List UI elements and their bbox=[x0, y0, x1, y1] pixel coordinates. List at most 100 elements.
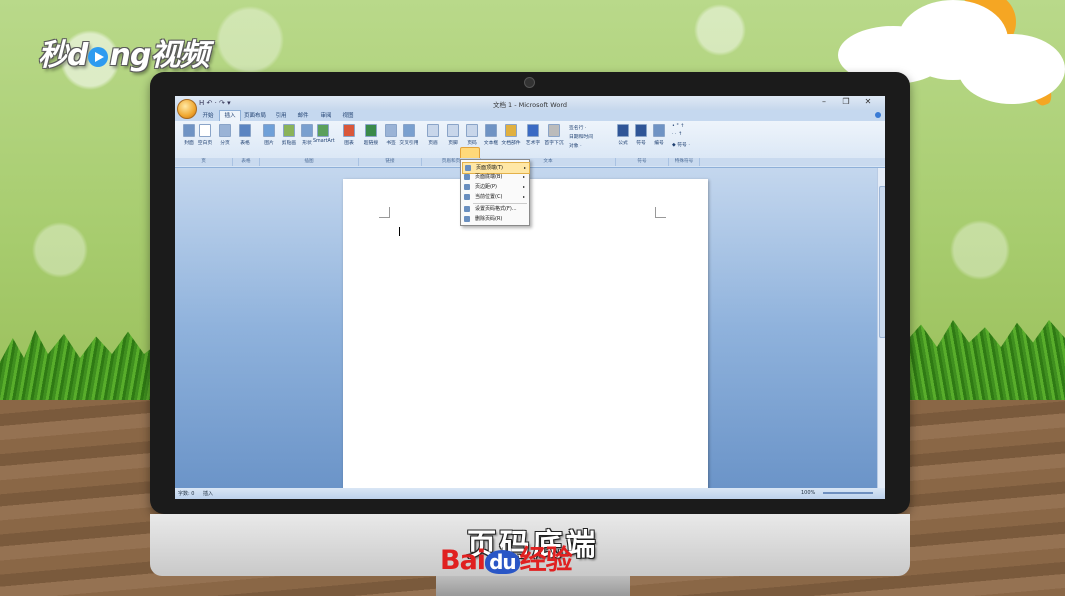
page-number-icon bbox=[464, 194, 470, 200]
ribbon-button-icon bbox=[183, 124, 195, 137]
group-tables: 表格 bbox=[233, 158, 260, 166]
ribbon-button-icon bbox=[283, 124, 295, 137]
ribbon-button-label: 编号 bbox=[654, 141, 664, 146]
menu-item-label: 设置页码格式(F)... bbox=[475, 206, 517, 212]
baidu-watermark: Bai du 经验 bbox=[440, 545, 573, 576]
page-number-icon bbox=[464, 184, 470, 190]
ribbon-button-1[interactable]: 空白页 bbox=[195, 124, 215, 146]
special-symbols-more[interactable]: ◆ 符号 · bbox=[672, 141, 690, 148]
menu-item-label: 页边距(P) bbox=[475, 184, 497, 190]
ribbon-button-icon bbox=[219, 124, 231, 137]
ribbon-button-icon bbox=[505, 124, 517, 137]
ribbon-button-icon bbox=[317, 124, 329, 137]
menu-item[interactable]: 页面底端(B) ▸ bbox=[462, 172, 528, 182]
tab-page-layout[interactable]: 页面布局 bbox=[241, 111, 269, 121]
ribbon-button-9[interactable]: 超链接 bbox=[361, 124, 381, 146]
monitor-stand bbox=[436, 576, 630, 596]
ribbon-button-icon bbox=[403, 124, 415, 137]
ribbon-button-18[interactable]: 首字下沉 bbox=[544, 124, 564, 146]
ribbon-button-15[interactable]: 文本框 bbox=[481, 124, 501, 146]
page-number-dropdown: 页面顶端(T) ▸ 页面底端(B) ▸ 页边距(P) ▸ 当前位置(C) ▸ 设置页码格式(F)… bbox=[460, 159, 530, 226]
help-icon[interactable] bbox=[875, 112, 881, 118]
ribbon-button-5[interactable]: 剪贴画 bbox=[279, 124, 299, 146]
ribbon-button-label: 页码 bbox=[467, 141, 477, 146]
menu-item-label: 页面底端(B) bbox=[475, 174, 503, 180]
zoom-slider[interactable] bbox=[823, 492, 873, 494]
signature-line-button[interactable]: 签名行 · bbox=[569, 124, 586, 131]
ribbon-button-8[interactable]: 图表 bbox=[339, 124, 359, 146]
ribbon-button-label: 表格 bbox=[240, 141, 250, 146]
insert-mode[interactable]: 插入 bbox=[203, 490, 213, 497]
ribbon-button-label: 超链接 bbox=[363, 141, 379, 146]
video-logo: 秒d ng视频 bbox=[38, 38, 209, 73]
ribbon-button-7[interactable]: SmartArt bbox=[313, 124, 335, 144]
object-button[interactable]: 对象 · bbox=[569, 142, 582, 149]
ribbon-button-icon bbox=[447, 124, 459, 137]
ribbon-button-16[interactable]: 文档部件 bbox=[501, 124, 521, 146]
office-button[interactable] bbox=[177, 99, 197, 119]
ribbon-button-20[interactable]: 符号 bbox=[631, 124, 651, 146]
submenu-arrow-icon: ▸ bbox=[522, 184, 525, 189]
scrollbar-thumb[interactable] bbox=[879, 186, 885, 338]
special-symbols-row[interactable]: · · ↑ bbox=[672, 132, 682, 137]
ribbon-button-icon bbox=[427, 124, 439, 137]
text-cursor bbox=[399, 227, 400, 236]
ribbon-button-icon bbox=[527, 124, 539, 137]
menu-item[interactable]: 设置页码格式(F)... bbox=[462, 204, 528, 214]
restore-button[interactable]: ❐ bbox=[835, 97, 857, 106]
ribbon-button-icon bbox=[199, 124, 211, 137]
ribbon-button-label: 图表 bbox=[344, 141, 354, 146]
page-number-icon bbox=[465, 165, 471, 171]
menu-item-label: 删除页码(R) bbox=[475, 216, 503, 222]
menu-item[interactable]: 当前位置(C) ▸ bbox=[462, 192, 528, 202]
ribbon-button-label: 分页 bbox=[220, 141, 230, 146]
ribbon-button-icon bbox=[548, 124, 560, 137]
ribbon-button-icon bbox=[466, 124, 478, 137]
ribbon-button-21[interactable]: 编号 bbox=[649, 124, 669, 146]
document-page[interactable] bbox=[343, 179, 708, 494]
tab-review[interactable]: 审阅 bbox=[317, 111, 335, 121]
status-bar: 字数: 0 插入 100% bbox=[175, 488, 885, 499]
ribbon-button-4[interactable]: 图片 bbox=[259, 124, 279, 146]
ribbon-button-13[interactable]: 页脚 bbox=[443, 124, 463, 146]
ribbon-button-17[interactable]: 艺术字 bbox=[523, 124, 543, 146]
special-symbols-row[interactable]: • ° ↑ bbox=[672, 124, 684, 129]
minimize-button[interactable]: – bbox=[813, 97, 835, 106]
close-button[interactable]: ✕ bbox=[857, 97, 879, 106]
word-count[interactable]: 字数: 0 bbox=[178, 490, 194, 497]
ribbon-button-label: 图片 bbox=[264, 141, 274, 146]
ribbon-button-label: 文档部件 bbox=[501, 141, 521, 146]
ribbon-button-2[interactable]: 分页 bbox=[215, 124, 235, 146]
ribbon-insert: 封面 空白页 分页 表格 图片 剪贴画 形状 SmartArt 图表 超链接 书签 交叉引用 页眉 页脚页… bbox=[175, 121, 885, 183]
tab-insert[interactable]: 插入 bbox=[219, 110, 241, 121]
ribbon-button-icon bbox=[263, 124, 275, 137]
window-title: 文档 1 - Microsoft Word bbox=[492, 101, 568, 109]
ribbon-button-11[interactable]: 交叉引用 bbox=[399, 124, 419, 146]
ribbon-button-icon bbox=[485, 124, 497, 137]
margin-mark-right bbox=[655, 207, 666, 218]
ribbon-button-19[interactable]: 公式 bbox=[613, 124, 633, 146]
submenu-arrow-icon: ▸ bbox=[522, 174, 525, 179]
ribbon-button-label: 空白页 bbox=[197, 141, 213, 146]
menu-item-label: 当前位置(C) bbox=[475, 194, 503, 200]
vertical-scrollbar[interactable] bbox=[877, 168, 885, 488]
tab-references[interactable]: 引用 bbox=[272, 111, 290, 121]
menu-item[interactable]: 删除页码(R) bbox=[462, 214, 528, 224]
margin-mark-left bbox=[379, 207, 390, 218]
ribbon-button-3[interactable]: 表格 bbox=[235, 124, 255, 146]
ribbon-button-12[interactable]: 页眉 bbox=[423, 124, 443, 146]
group-special-symbols: 特殊符号 bbox=[669, 158, 700, 166]
ribbon-button-label: 页眉 bbox=[428, 141, 438, 146]
ribbon-button-10[interactable]: 书签 bbox=[381, 124, 401, 146]
ribbon-button-icon bbox=[635, 124, 647, 137]
ribbon-button-icon bbox=[301, 124, 313, 137]
tab-mailings[interactable]: 邮件 bbox=[294, 111, 312, 121]
date-time-button[interactable]: 日期和时间 bbox=[569, 133, 593, 140]
zoom-level[interactable]: 100% bbox=[801, 490, 815, 496]
ribbon-button-14[interactable]: 页码 bbox=[462, 124, 482, 146]
page-number-icon bbox=[464, 216, 470, 222]
ribbon-button-icon bbox=[343, 124, 355, 137]
tab-view[interactable]: 视图 bbox=[339, 111, 357, 121]
menu-item[interactable]: 页边距(P) ▸ bbox=[462, 182, 528, 192]
tab-home[interactable]: 开始 bbox=[199, 111, 217, 121]
